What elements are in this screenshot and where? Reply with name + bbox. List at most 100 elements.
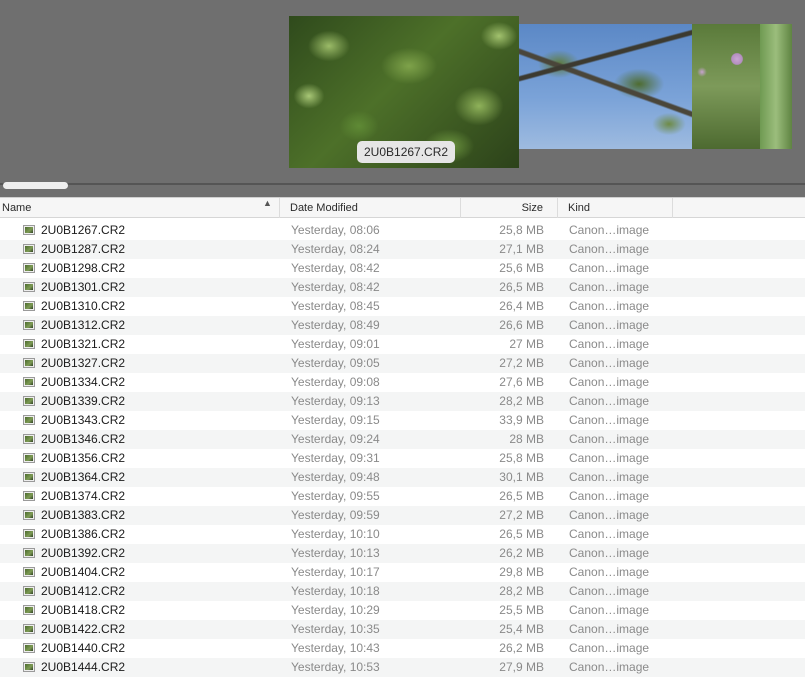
file-size: 26,6 MB (499, 318, 544, 332)
image-file-icon (23, 643, 35, 653)
table-row[interactable]: 2U0B1312.CR2 Yesterday, 08:49 26,6 MB Canon… (0, 316, 805, 335)
file-kind: Canon…image (569, 280, 650, 294)
file-date-modified: Yesterday, 10:10 (291, 527, 380, 541)
image-file-icon (23, 244, 35, 254)
image-file-icon (23, 282, 35, 292)
table-row[interactable]: 2U0B1422.CR2 Yesterday, 10:35 25,4 MB Canon… (0, 620, 805, 639)
cover-flow-view[interactable]: 2U0B1267.CR2 (0, 0, 805, 197)
cover-flow-caption: 2U0B1267.CR2 (357, 141, 456, 163)
image-file-icon (23, 472, 35, 482)
file-name: 2U0B1343.CR2 (41, 413, 126, 427)
image-file-icon (23, 567, 35, 577)
cover-flow-preview-next-3[interactable] (760, 24, 792, 149)
table-row[interactable]: 2U0B1404.CR2 Yesterday, 10:17 29,8 MB Canon… (0, 563, 805, 582)
table-row[interactable]: 2U0B1444.CR2 Yesterday, 10:53 27,9 MB Canon… (0, 658, 805, 677)
cover-flow-preview-next[interactable] (519, 24, 692, 149)
file-date-modified: Yesterday, 10:29 (291, 603, 380, 617)
file-date-modified: Yesterday, 10:35 (291, 622, 380, 636)
file-name: 2U0B1287.CR2 (41, 242, 126, 256)
table-row[interactable]: 2U0B1301.CR2 Yesterday, 08:42 26,5 MB Canon… (0, 278, 805, 297)
table-row[interactable]: 2U0B1298.CR2 Yesterday, 08:42 25,6 MB Canon… (0, 259, 805, 278)
file-size: 25,4 MB (499, 622, 544, 636)
column-header-date-modified[interactable]: Date Modified (280, 198, 461, 218)
file-kind: Canon…image (569, 470, 650, 484)
file-size: 26,5 MB (499, 527, 544, 541)
column-header-name[interactable]: Name (0, 198, 280, 218)
file-name: 2U0B1298.CR2 (41, 261, 126, 275)
image-file-icon (23, 339, 35, 349)
file-list: 2U0B1267.CR2 Yesterday, 08:06 25,8 MB Canon… (0, 221, 805, 677)
file-size: 25,5 MB (499, 603, 544, 617)
file-name: 2U0B1364.CR2 (41, 470, 126, 484)
table-row[interactable]: 2U0B1392.CR2 Yesterday, 10:13 26,2 MB Canon… (0, 544, 805, 563)
image-file-icon (23, 415, 35, 425)
file-size: 27,1 MB (499, 242, 544, 256)
table-row[interactable]: 2U0B1364.CR2 Yesterday, 09:48 30,1 MB Canon… (0, 468, 805, 487)
image-file-icon (23, 548, 35, 558)
file-size: 29,8 MB (499, 565, 544, 579)
table-row[interactable]: 2U0B1346.CR2 Yesterday, 09:24 28 MB Canon…i… (0, 430, 805, 449)
file-name: 2U0B1321.CR2 (41, 337, 126, 351)
list-header: Name ▲ Date Modified Size Kind (0, 197, 805, 218)
file-kind: Canon…image (569, 337, 650, 351)
file-name: 2U0B1301.CR2 (41, 280, 126, 294)
table-row[interactable]: 2U0B1383.CR2 Yesterday, 09:59 27,2 MB Canon… (0, 506, 805, 525)
file-date-modified: Yesterday, 10:18 (291, 584, 380, 598)
file-kind: Canon…image (569, 223, 650, 237)
file-name: 2U0B1444.CR2 (41, 660, 126, 674)
cover-flow-scrollbar-thumb[interactable] (3, 182, 68, 189)
image-file-icon (23, 320, 35, 330)
table-row[interactable]: 2U0B1287.CR2 Yesterday, 08:24 27,1 MB Canon… (0, 240, 805, 259)
table-row[interactable]: 2U0B1440.CR2 Yesterday, 10:43 26,2 MB Canon… (0, 639, 805, 658)
file-name: 2U0B1334.CR2 (41, 375, 126, 389)
table-row[interactable]: 2U0B1356.CR2 Yesterday, 09:31 25,8 MB Canon… (0, 449, 805, 468)
file-kind: Canon…image (569, 413, 650, 427)
table-row[interactable]: 2U0B1374.CR2 Yesterday, 09:55 26,5 MB Canon… (0, 487, 805, 506)
file-size: 26,5 MB (499, 280, 544, 294)
file-name: 2U0B1418.CR2 (41, 603, 126, 617)
table-row[interactable]: 2U0B1334.CR2 Yesterday, 09:08 27,6 MB Canon… (0, 373, 805, 392)
file-date-modified: Yesterday, 10:43 (291, 641, 380, 655)
column-header-kind[interactable]: Kind (558, 198, 673, 218)
table-row[interactable]: 2U0B1339.CR2 Yesterday, 09:13 28,2 MB Canon… (0, 392, 805, 411)
file-kind: Canon…image (569, 299, 650, 313)
image-file-icon (23, 510, 35, 520)
file-name: 2U0B1440.CR2 (41, 641, 126, 655)
file-date-modified: Yesterday, 10:13 (291, 546, 380, 560)
table-row[interactable]: 2U0B1343.CR2 Yesterday, 09:15 33,9 MB Canon… (0, 411, 805, 430)
file-kind: Canon…image (569, 261, 650, 275)
image-file-icon (23, 396, 35, 406)
file-name: 2U0B1374.CR2 (41, 489, 126, 503)
sort-ascending-icon[interactable]: ▲ (263, 198, 272, 208)
cover-flow-scrollbar-track[interactable] (0, 183, 805, 185)
file-date-modified: Yesterday, 09:24 (291, 432, 380, 446)
file-date-modified: Yesterday, 08:24 (291, 242, 380, 256)
file-size: 33,9 MB (499, 413, 544, 427)
file-size: 26,2 MB (499, 641, 544, 655)
file-date-modified: Yesterday, 09:01 (291, 337, 380, 351)
file-date-modified: Yesterday, 08:06 (291, 223, 380, 237)
table-row[interactable]: 2U0B1386.CR2 Yesterday, 10:10 26,5 MB Canon… (0, 525, 805, 544)
file-kind: Canon…image (569, 565, 650, 579)
table-row[interactable]: 2U0B1321.CR2 Yesterday, 09:01 27 MB Canon…i… (0, 335, 805, 354)
table-row[interactable]: 2U0B1327.CR2 Yesterday, 09:05 27,2 MB Canon… (0, 354, 805, 373)
file-kind: Canon…image (569, 546, 650, 560)
table-row[interactable]: 2U0B1412.CR2 Yesterday, 10:18 28,2 MB Canon… (0, 582, 805, 601)
file-date-modified: Yesterday, 08:42 (291, 261, 380, 275)
table-row[interactable]: 2U0B1418.CR2 Yesterday, 10:29 25,5 MB Canon… (0, 601, 805, 620)
table-row[interactable]: 2U0B1267.CR2 Yesterday, 08:06 25,8 MB Canon… (0, 221, 805, 240)
file-size: 25,8 MB (499, 223, 544, 237)
file-size: 27 MB (509, 337, 544, 351)
file-date-modified: Yesterday, 08:49 (291, 318, 380, 332)
file-size: 27,2 MB (499, 508, 544, 522)
file-size: 26,2 MB (499, 546, 544, 560)
file-kind: Canon…image (569, 584, 650, 598)
file-size: 30,1 MB (499, 470, 544, 484)
cover-flow-preview-next-2[interactable] (692, 24, 760, 149)
table-row[interactable]: 2U0B1310.CR2 Yesterday, 08:45 26,4 MB Canon… (0, 297, 805, 316)
file-name: 2U0B1422.CR2 (41, 622, 126, 636)
file-size: 25,6 MB (499, 261, 544, 275)
column-header-size[interactable]: Size (461, 198, 558, 218)
file-size: 25,8 MB (499, 451, 544, 465)
file-date-modified: Yesterday, 09:48 (291, 470, 380, 484)
